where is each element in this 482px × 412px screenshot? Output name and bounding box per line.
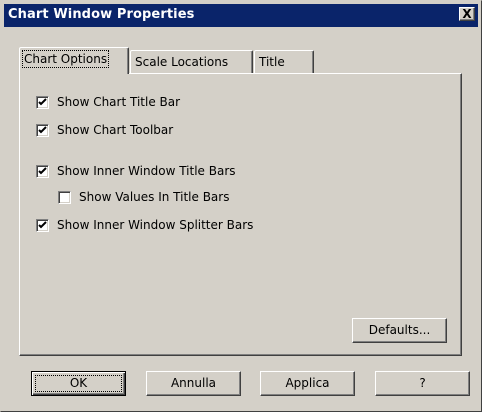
focus-ring (35, 375, 122, 392)
option-show-chart-toolbar[interactable]: Show Chart Toolbar (36, 122, 173, 138)
defaults-button[interactable]: Defaults... (352, 318, 447, 343)
dialog-window: Chart Window Properties X Chart Options … (0, 0, 482, 412)
checkmark-icon (38, 166, 47, 174)
window-title: Chart Window Properties (8, 7, 195, 22)
option-label: Show Chart Toolbar (57, 123, 174, 137)
checkmark-icon (38, 97, 47, 105)
close-button[interactable]: X (459, 7, 475, 21)
tab-scale-locations[interactable]: Scale Locations (130, 50, 253, 74)
ok-button[interactable]: OK (31, 371, 126, 396)
checkbox[interactable] (58, 190, 71, 204)
option-label: Show Chart Title Bar (57, 95, 181, 109)
apply-button[interactable]: Applica (260, 371, 355, 396)
tab-chart-options[interactable]: Chart Options (19, 47, 129, 74)
checkbox[interactable] (36, 95, 49, 109)
option-label: Show Inner Window Splitter Bars (57, 218, 254, 232)
option-show-values-in-title-bars[interactable]: Show Values In Title Bars (58, 189, 229, 205)
tab-label: Chart Options (21, 50, 110, 68)
checkbox[interactable] (36, 164, 49, 178)
cancel-button[interactable]: Annulla (146, 371, 241, 396)
tab-panel-chart-options: Show Chart Title Bar Show Chart Toolbar … (19, 73, 462, 356)
option-label: Show Inner Window Title Bars (57, 164, 236, 178)
title-bar[interactable]: Chart Window Properties X (4, 4, 478, 27)
tab-label: Scale Locations (135, 55, 229, 69)
checkmark-icon (38, 220, 47, 228)
checkbox[interactable] (36, 123, 49, 137)
checkbox[interactable] (36, 218, 49, 232)
option-show-inner-window-splitter-bars[interactable]: Show Inner Window Splitter Bars (36, 217, 253, 233)
help-button[interactable]: ? (375, 371, 470, 396)
tab-title[interactable]: Title (254, 50, 314, 74)
option-label: Show Values In Title Bars (79, 190, 230, 204)
tab-label: Title (259, 55, 285, 69)
option-show-chart-title-bar[interactable]: Show Chart Title Bar (36, 94, 180, 110)
checkmark-icon (38, 125, 47, 133)
option-show-inner-window-title-bars[interactable]: Show Inner Window Title Bars (36, 163, 236, 179)
